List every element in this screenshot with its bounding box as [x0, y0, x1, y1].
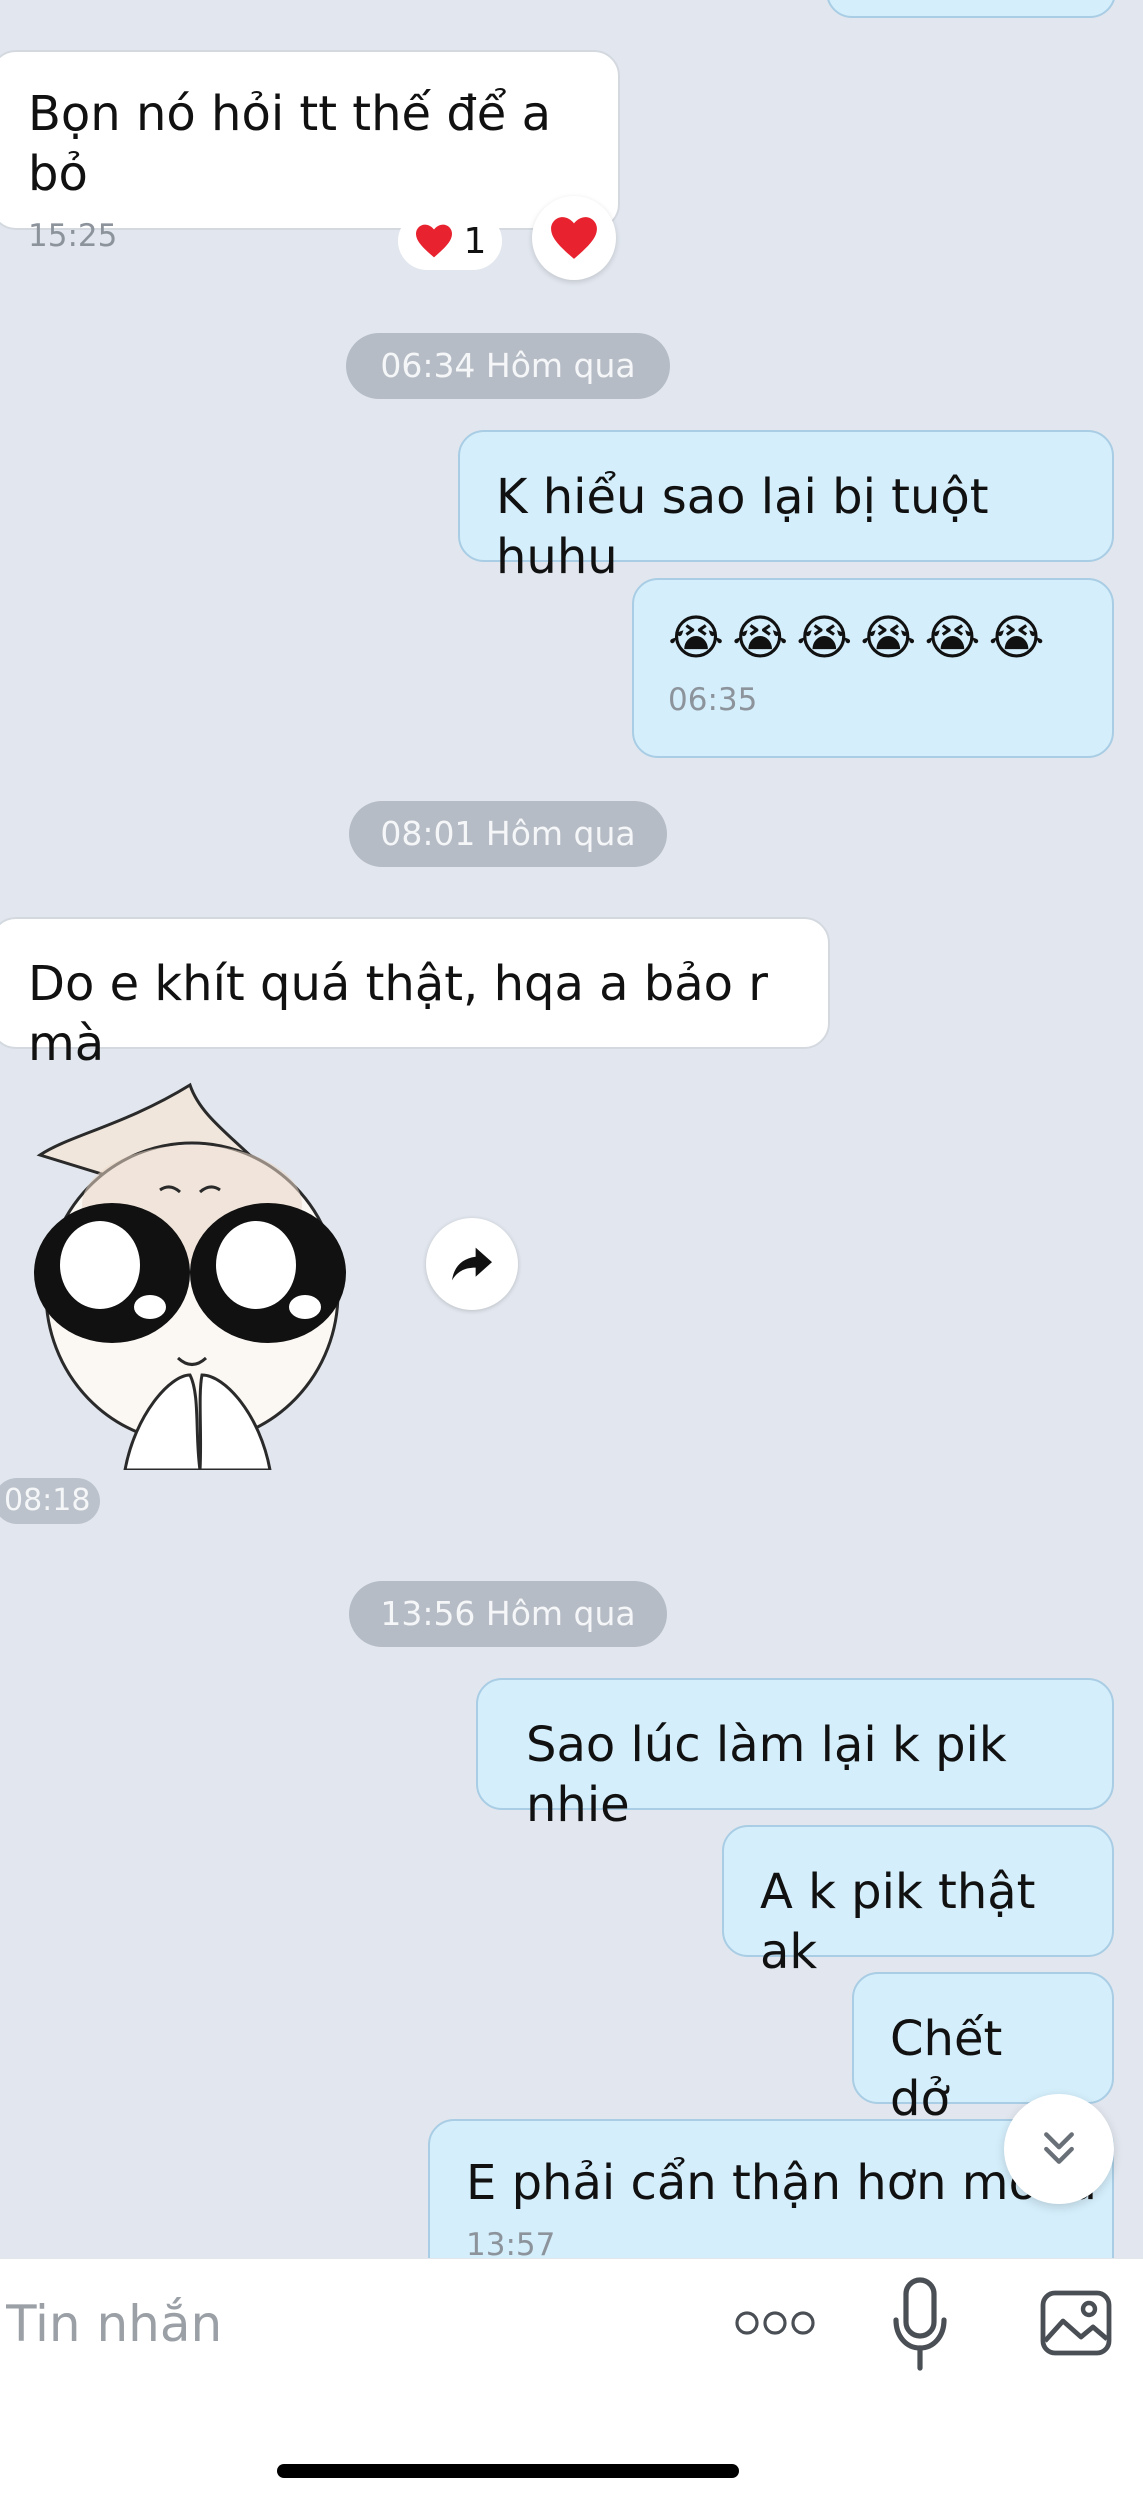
message-composer [0, 2258, 1143, 2504]
crying-emoji: 😭 [924, 610, 981, 666]
microphone-icon [893, 2277, 947, 2371]
crying-emoji: 😭 [860, 610, 917, 666]
crying-emoji: 😭 [796, 610, 853, 666]
sticker-time: 08:18 [0, 1478, 101, 1524]
voice-button[interactable] [880, 2269, 960, 2379]
crying-emoji: 😭 [668, 610, 725, 666]
heart-icon [551, 217, 597, 259]
date-divider: 06:34 Hôm qua [346, 333, 670, 399]
message-outgoing-emoji[interactable]: 😭 😭 😭 😭 😭 😭 06:35 [632, 578, 1114, 758]
message-text: Do e khít quá thật, hqa a bảo r mà [28, 956, 769, 1072]
share-button[interactable] [426, 1218, 518, 1310]
reaction-count: 1 [463, 220, 487, 262]
message-input[interactable] [4, 2293, 628, 2355]
message-time: 13:57 [466, 2227, 556, 2258]
crying-emoji: 😭 [732, 610, 789, 666]
message-outgoing[interactable]: Chết dở [852, 1972, 1114, 2127]
more-button[interactable] [730, 2285, 820, 2361]
message-text: Chết dở [890, 2011, 1003, 2127]
message-text: Bọn nó hỏi tt thế để a bỏ [28, 86, 552, 202]
message-text: A k pik thật ak [760, 1864, 1036, 1980]
message-outgoing[interactable]: A k pik thật ak [722, 1825, 1114, 1980]
message-outgoing[interactable]: Sao lúc làm lại k pik nhie [476, 1678, 1114, 1833]
message-bubble-clipped[interactable] [826, 0, 1116, 18]
emoji-row: 😭 😭 😭 😭 😭 😭 [668, 608, 1078, 668]
chat-area[interactable]: Bọn nó hỏi tt thế để a bỏ 15:25 1 06:34 … [0, 0, 1143, 2258]
image-icon [1040, 2290, 1112, 2356]
add-reaction-button[interactable] [532, 196, 616, 280]
reaction-count-badge[interactable]: 1 [398, 212, 502, 270]
message-outgoing[interactable]: K hiểu sao lại bị tuột huhu [458, 430, 1114, 585]
message-text: K hiểu sao lại bị tuột huhu [496, 469, 989, 585]
crying-emoji: 😭 [988, 610, 1045, 666]
gallery-button[interactable] [1036, 2273, 1116, 2373]
scroll-to-bottom-button[interactable] [1004, 2094, 1114, 2204]
more-dots-icon [735, 2311, 815, 2335]
double-chevron-down-icon [1044, 2132, 1074, 2164]
home-indicator [277, 2464, 739, 2478]
heart-icon [415, 224, 452, 258]
sticker-image[interactable] [30, 1075, 360, 1470]
date-divider: 13:56 Hôm qua [349, 1581, 667, 1647]
date-divider: 08:01 Hôm qua [349, 801, 667, 867]
share-arrow-icon [452, 1247, 492, 1281]
message-text: E phải cẩn thận hơn mới đ [466, 2155, 1097, 2211]
message-text: Sao lúc làm lại k pik nhie [526, 1717, 1007, 1833]
message-incoming[interactable]: Do e khít quá thật, hqa a bảo r mà [0, 917, 830, 1072]
message-incoming[interactable]: Bọn nó hỏi tt thế để a bỏ 15:25 [0, 50, 620, 254]
message-time: 06:35 [668, 682, 758, 718]
